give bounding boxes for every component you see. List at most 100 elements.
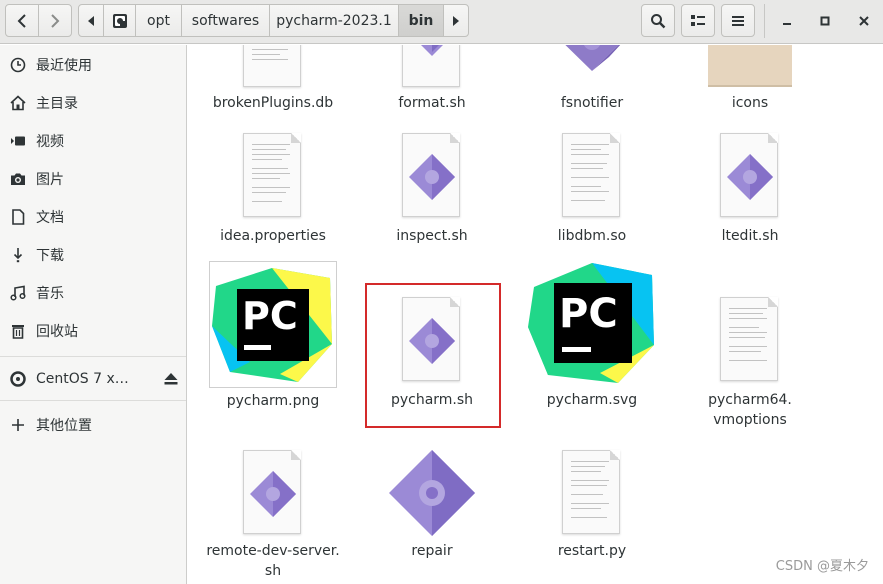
- file-name: pycharm64. vmoptions: [708, 392, 792, 428]
- file-name: ltedit.sh: [721, 228, 779, 244]
- download-icon: [0, 247, 36, 263]
- executable-file-icon: [565, 45, 621, 71]
- sidebar-separator: [0, 400, 186, 401]
- clock-icon: [0, 57, 36, 73]
- file-item[interactable]: format.sh: [357, 45, 507, 115]
- text-file-icon: [243, 45, 301, 87]
- script-file-icon: [402, 45, 460, 87]
- close-button[interactable]: [850, 8, 878, 34]
- close-icon: [859, 16, 869, 26]
- file-item[interactable]: remote-dev-server. sh: [198, 450, 348, 584]
- file-item[interactable]: PC pycharm.png: [198, 261, 348, 411]
- maximize-button[interactable]: [811, 8, 839, 34]
- sidebar-item-label: 音乐: [36, 286, 64, 302]
- sidebar-item-label: CentOS 7 x…: [36, 371, 129, 387]
- forward-button[interactable]: [38, 4, 72, 37]
- sidebar-item-videos[interactable]: 视频: [0, 123, 186, 159]
- chevron-right-icon: [51, 13, 60, 28]
- triangle-left-icon: [88, 15, 94, 26]
- plus-icon: [0, 418, 36, 432]
- file-item[interactable]: idea.properties: [198, 133, 348, 248]
- script-file-icon: [402, 297, 460, 381]
- eject-icon[interactable]: [156, 373, 186, 385]
- list-view-icon: [691, 14, 705, 26]
- breadcrumb-drive[interactable]: [103, 4, 136, 37]
- breadcrumb-label: softwares: [191, 12, 260, 29]
- minimize-icon: [783, 23, 791, 25]
- file-name: idea.properties: [220, 228, 326, 244]
- breadcrumb-scroll-right[interactable]: [443, 4, 469, 37]
- logo-text: PC: [242, 294, 298, 338]
- file-item[interactable]: icons: [675, 45, 825, 115]
- video-icon: [0, 133, 36, 149]
- file-item[interactable]: restart.py: [517, 450, 667, 584]
- file-item[interactable]: repair: [357, 450, 507, 584]
- script-file-icon: [720, 133, 778, 217]
- camera-icon: [0, 171, 36, 187]
- header-separator: [764, 4, 765, 38]
- menu-button[interactable]: [721, 4, 755, 37]
- file-item[interactable]: inspect.sh: [357, 133, 507, 248]
- sidebar-item-documents[interactable]: 文档: [0, 199, 186, 235]
- sidebar-item-pictures[interactable]: 图片: [0, 161, 186, 197]
- sidebar-item-label: 下载: [36, 248, 64, 264]
- executable-file-icon: [389, 450, 475, 536]
- text-file-icon: [562, 450, 620, 534]
- file-item-selected[interactable]: pycharm.sh: [357, 261, 507, 428]
- document-icon: [0, 209, 36, 225]
- file-name: remote-dev-server. sh: [206, 543, 340, 579]
- drive-icon: [112, 13, 127, 28]
- back-button[interactable]: [5, 4, 39, 37]
- file-item[interactable]: ltedit.sh: [675, 133, 825, 248]
- music-icon: [0, 285, 36, 301]
- file-item[interactable]: pycharm64. vmoptions: [675, 261, 825, 431]
- pycharm-logo-icon: PC: [212, 268, 332, 382]
- image-thumbnail: PC: [209, 261, 337, 388]
- file-item[interactable]: fsnotifier: [517, 45, 667, 115]
- sidebar-separator: [0, 356, 186, 357]
- breadcrumb-scroll-left[interactable]: [78, 4, 104, 37]
- file-name: pycharm.svg: [546, 392, 638, 408]
- file-name: restart.py: [557, 543, 627, 559]
- file-name: libdbm.so: [557, 228, 627, 244]
- minimize-button[interactable]: [773, 8, 801, 34]
- logo-text: PC: [559, 291, 618, 337]
- breadcrumb-item[interactable]: pycharm-2023.1: [269, 4, 399, 37]
- sidebar-item-home[interactable]: 主目录: [0, 85, 186, 121]
- chevron-left-icon: [17, 13, 26, 28]
- script-file-icon: [243, 450, 301, 534]
- file-item[interactable]: PC pycharm.svg: [517, 261, 667, 411]
- search-button[interactable]: [641, 4, 675, 37]
- file-name: inspect.sh: [396, 228, 468, 244]
- file-item[interactable]: libdbm.so: [517, 133, 667, 248]
- breadcrumb-item[interactable]: opt: [135, 4, 182, 37]
- file-name: format.sh: [398, 95, 466, 111]
- hamburger-icon: [732, 15, 744, 26]
- home-icon: [0, 95, 36, 111]
- file-item[interactable]: brokenPlugins.db: [198, 45, 348, 115]
- sidebar-item-other-locations[interactable]: 其他位置: [0, 407, 186, 443]
- text-file-icon: [720, 297, 778, 381]
- trash-icon: [0, 323, 36, 339]
- search-icon: [651, 13, 666, 28]
- file-name: icons: [731, 95, 769, 111]
- text-file-icon: [243, 133, 301, 217]
- view-toggle-button[interactable]: [681, 4, 715, 37]
- sidebar-item-trash[interactable]: 回收站: [0, 313, 186, 349]
- breadcrumb-label: opt: [147, 12, 170, 29]
- breadcrumb-item[interactable]: softwares: [181, 4, 270, 37]
- sidebar-item-downloads[interactable]: 下载: [0, 237, 186, 273]
- triangle-right-icon: [453, 15, 459, 26]
- sidebar-item-label: 其他位置: [36, 418, 92, 434]
- sidebar-item-music[interactable]: 音乐: [0, 275, 186, 311]
- breadcrumb-label: pycharm-2023.1: [276, 12, 392, 29]
- sidebar-item-recent[interactable]: 最近使用: [0, 47, 186, 83]
- script-file-icon: [402, 133, 460, 217]
- folder-icon: [708, 45, 792, 87]
- text-file-icon: [562, 133, 620, 217]
- header-bar: opt softwares pycharm-2023.1 bin: [0, 0, 883, 44]
- sidebar-item-device[interactable]: CentOS 7 x…: [0, 361, 186, 397]
- watermark: CSDN @夏木夕: [775, 559, 869, 574]
- sidebar: 最近使用 主目录 视频 图片 文档 下载 音乐 回收站 CentOS 7 x… …: [0, 45, 187, 584]
- breadcrumb-item-current[interactable]: bin: [398, 4, 444, 37]
